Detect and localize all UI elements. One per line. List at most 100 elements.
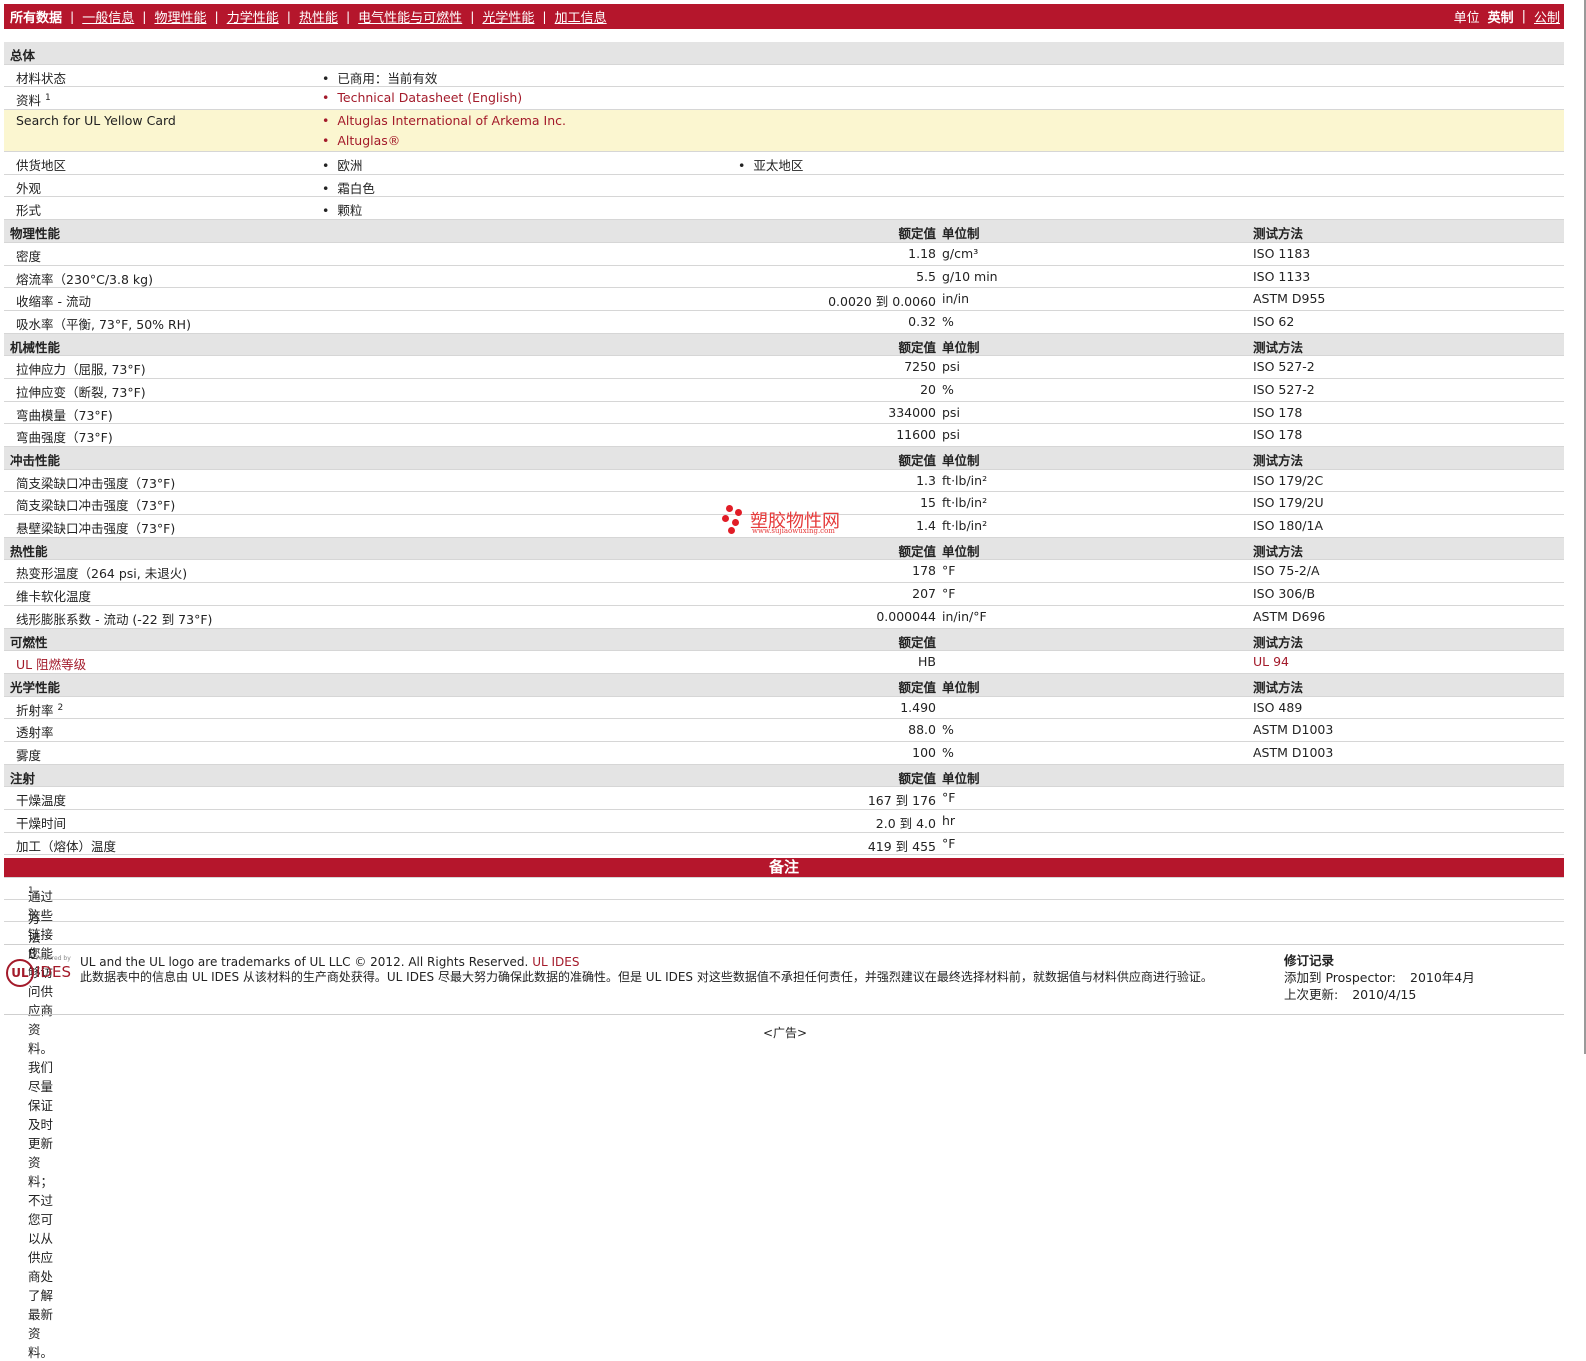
property-unit: °F	[942, 586, 956, 602]
section-header-mechanical: 机械性能 额定值 单位制 测试方法	[4, 333, 1564, 357]
unit-metric-link[interactable]: 公制	[1530, 7, 1564, 26]
property-row: 线形膨胀系数 - 流动 (-22 到 73°F) 0.000044 in/in/°F…	[4, 606, 1564, 629]
col-header-value: 额定值	[898, 679, 936, 695]
property-sections: 物理性能 额定值 单位制 测试方法 密度 1.18 g/cm³ ISO 1183 熔流率（230…	[4, 220, 1564, 879]
test-method: ISO 179/2C	[1253, 472, 1324, 488]
test-method: ISO 180/1A	[1253, 518, 1324, 534]
ul-ides-link[interactable]: UL IDES	[532, 955, 579, 969]
test-method: ISO 1183	[1253, 245, 1311, 261]
col-header-unit: 单位制	[942, 226, 980, 242]
property-unit: ft·lb/in²	[942, 495, 988, 511]
note-item: 1 通过这些链接您能够访问供应商资料。我们尽量保证及时更新资料；不过您可以从供应…	[4, 878, 1564, 1360]
tab-physical[interactable]: 物理性能	[148, 7, 212, 26]
property-unit: %	[942, 381, 954, 397]
property-label: 干燥温度	[16, 793, 67, 809]
top-nav-bar: 所有数据 | 一般信息 | 物理性能 | 力学性能 | 热性能 | 电气性能与可…	[4, 4, 1564, 29]
property-label: 吸水率（平衡, 73°F, 50% RH)	[16, 316, 191, 332]
nav-separator: |	[470, 9, 475, 24]
property-value: 167 到 176	[867, 793, 936, 809]
test-method: ISO 178	[1253, 404, 1303, 420]
property-row: 加工（熔体）温度 419 到 455 °F	[4, 833, 1564, 856]
nav-separator: |	[286, 9, 291, 24]
property-unit: in/in	[942, 291, 970, 307]
tab-electrical-flammability[interactable]: 电气性能与可燃性	[352, 7, 468, 26]
col-header-value: 额定值	[898, 339, 936, 355]
property-label: 简支梁缺口冲击强度（73°F)	[16, 475, 176, 491]
altuglas-link[interactable]: Altuglas®	[322, 133, 400, 148]
property-row: 干燥温度 167 到 176 °F	[4, 787, 1564, 810]
row-documents: 资料 1 Technical Datasheet (English)	[4, 87, 1564, 111]
property-row: 干燥时间 2.0 到 4.0 hr	[4, 810, 1564, 833]
row-label: 资料 1	[16, 93, 51, 109]
col-header-method: 测试方法	[1253, 226, 1304, 242]
ad-placeholder: <广告>	[762, 1026, 808, 1040]
tab-thermal[interactable]: 热性能	[293, 7, 344, 26]
property-unit: psi	[942, 359, 960, 375]
row-ul-yellow-card: Search for UL Yellow Card Altuglas Inter…	[4, 110, 1564, 153]
col-header-value: 额定值	[898, 543, 936, 559]
nav-separator: |	[142, 9, 147, 24]
test-method-link[interactable]: UL 94	[1253, 654, 1289, 669]
section-title: 可燃性	[10, 634, 48, 650]
property-row: UL 阻燃等级 HB UL 94	[4, 651, 1564, 674]
section-title: 总体	[10, 48, 36, 63]
test-method: ISO 75-2/A	[1253, 563, 1320, 579]
row-appearance: 外观 霜白色	[4, 175, 1564, 198]
test-method: ISO 527-2	[1253, 359, 1315, 375]
nav-separator: |	[345, 9, 351, 24]
footnote-ref[interactable]: 1	[45, 93, 51, 103]
tab-general-info[interactable]: 一般信息	[76, 7, 140, 26]
property-value: 0.0020 到 0.0060	[828, 294, 936, 310]
property-row: 密度 1.18 g/cm³ ISO 1183	[4, 243, 1564, 266]
property-value: 1.18	[908, 245, 936, 261]
property-value: 11600	[896, 427, 936, 443]
tab-all-data[interactable]: 所有数据	[4, 7, 68, 26]
notes-header: 备注	[4, 858, 1564, 877]
nav-separator: |	[1521, 9, 1526, 24]
revision-added: 添加到 Prospector: 2010年4月	[1284, 970, 1475, 985]
nav-separator: |	[70, 9, 75, 24]
property-unit: °F	[942, 790, 956, 806]
property-unit: ft·lb/in²	[942, 472, 988, 488]
test-method: ISO 306/B	[1253, 586, 1316, 602]
col-header-unit: 单位制	[942, 453, 980, 468]
section-title: 机械性能	[10, 339, 61, 355]
row-supply-region: 供货地区 欧洲 亚太地区	[4, 152, 1564, 175]
nav-tabs: 所有数据 | 一般信息 | 物理性能 | 力学性能 | 热性能 | 电气性能与可…	[4, 7, 613, 26]
ul-ides-logo: UL Powered by IDES	[6, 955, 76, 989]
row-value: 欧洲	[322, 155, 362, 174]
footnote-ref[interactable]: 2	[58, 702, 64, 712]
property-value: 419 到 455	[867, 838, 936, 854]
property-unit: %	[942, 722, 954, 738]
property-unit: g/10 min	[942, 268, 998, 284]
property-label: 干燥时间	[16, 816, 67, 831]
row-label: 材料状态	[16, 70, 67, 86]
property-value: 88.0	[908, 722, 936, 738]
row-form: 形式 颗粒	[4, 197, 1564, 221]
unit-switch: 单位 英制 | 公制	[1450, 7, 1564, 26]
arkema-link[interactable]: Altuglas International of Arkema Inc.	[322, 113, 566, 128]
test-method: ISO 62	[1253, 313, 1295, 329]
property-value: HB	[918, 654, 936, 670]
property-row: 熔流率（230°C/3.8 kg) 5.5 g/10 min ISO 1133	[4, 266, 1564, 289]
trademark-line: UL and the UL logo are trademarks of UL …	[80, 955, 580, 969]
property-unit: ft·lb/in²	[942, 518, 988, 534]
property-row: 透射率 88.0% ASTM D1003	[4, 719, 1564, 742]
col-header-value: 额定值	[898, 634, 936, 650]
property-value: 1.3	[916, 472, 936, 488]
property-value: 0.000044	[876, 608, 936, 624]
tab-mechanical[interactable]: 力学性能	[221, 7, 285, 26]
section-header-physical: 物理性能 额定值 单位制 测试方法	[4, 220, 1564, 243]
tab-processing[interactable]: 加工信息	[549, 7, 613, 26]
col-header-method: 测试方法	[1253, 543, 1304, 559]
logo-ides: IDES	[36, 963, 71, 981]
property-value: 1.490	[900, 699, 936, 715]
section-title: 热性能	[10, 543, 48, 559]
revision-history: 修订记录 添加到 Prospector: 2010年4月 上次更新: 2010/4/…	[1284, 952, 1554, 1003]
tab-optical[interactable]: 光学性能	[476, 7, 540, 26]
col-header-value: 额定值	[898, 453, 936, 468]
property-row: 拉伸应力（屈服, 73°F) 7250 psi ISO 527-2	[4, 356, 1564, 379]
footer-divider	[4, 944, 1564, 945]
col-header-unit: 单位制	[942, 770, 980, 786]
technical-datasheet-link[interactable]: Technical Datasheet (English)	[322, 90, 522, 105]
